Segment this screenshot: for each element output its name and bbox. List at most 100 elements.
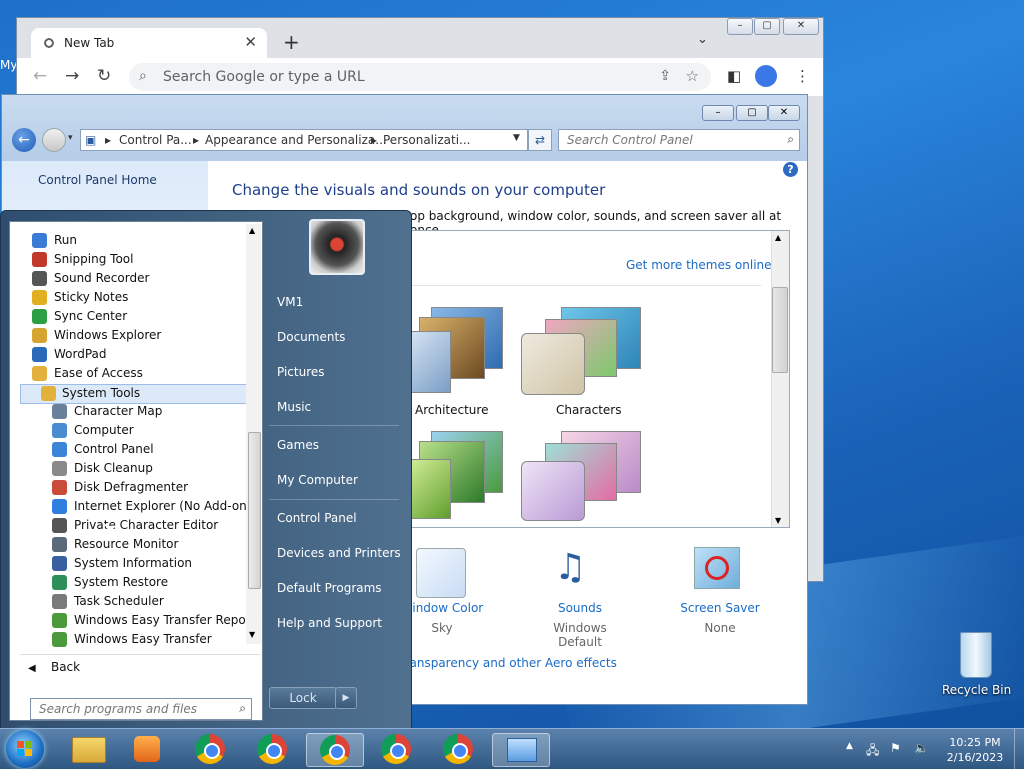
- chrome-menu-icon[interactable]: ⋮: [795, 67, 810, 85]
- side-panel-icon[interactable]: ◧: [727, 67, 741, 85]
- refresh-icon[interactable]: ⇄: [528, 129, 552, 151]
- breadcrumb-control-panel[interactable]: Control Pa...: [119, 133, 192, 147]
- program-item[interactable]: Character Map: [52, 403, 262, 421]
- aero-effects-link[interactable]: Transparency and other Aero effects: [399, 656, 617, 670]
- control-panel-search[interactable]: Search Control Panel ⌕: [558, 129, 800, 151]
- scroll-down-icon[interactable]: ▼: [775, 516, 781, 525]
- network-icon[interactable]: 🖧: [866, 741, 879, 762]
- back-arrow-icon[interactable]: ←: [33, 66, 47, 86]
- user-avatar[interactable]: [309, 219, 365, 275]
- screen-saver-link[interactable]: Screen Saver: [670, 601, 770, 615]
- shutdown-options-arrow-icon[interactable]: ▶: [335, 687, 357, 709]
- cp-minimize-button[interactable]: –: [702, 105, 734, 121]
- cp-back-button[interactable]: ←: [12, 128, 36, 152]
- forward-arrow-icon[interactable]: →: [65, 66, 79, 86]
- program-item[interactable]: Disk Defragmenter: [52, 479, 262, 497]
- share-icon[interactable]: ⇪: [659, 68, 671, 84]
- volume-icon[interactable]: 🔈: [914, 741, 929, 755]
- program-item[interactable]: Internet Explorer (No Add-ons): [52, 498, 262, 516]
- chrome-close-button[interactable]: ✕: [783, 18, 819, 35]
- taskbar-chrome-icon[interactable]: [430, 733, 486, 765]
- theme-list-scrollbar[interactable]: ▲ ▼: [771, 231, 789, 527]
- taskbar-explorer-icon[interactable]: [60, 733, 116, 765]
- start-link-devices-printers[interactable]: Devices and Printers: [277, 546, 401, 560]
- program-item[interactable]: Computer: [52, 422, 262, 440]
- start-link-default-programs[interactable]: Default Programs: [277, 581, 382, 595]
- program-item[interactable]: Sticky Notes: [32, 289, 242, 307]
- start-link-my-computer[interactable]: My Computer: [277, 473, 358, 487]
- program-item[interactable]: Windows Explorer: [32, 327, 242, 345]
- program-item[interactable]: Task Scheduler: [52, 593, 262, 611]
- sounds-link[interactable]: Sounds: [530, 601, 630, 615]
- program-item[interactable]: Control Panel: [52, 441, 262, 459]
- back-button[interactable]: ◀ Back: [28, 660, 80, 674]
- start-orb-icon[interactable]: [6, 730, 44, 768]
- recent-pages-chevron-icon[interactable]: ▾: [68, 133, 73, 143]
- taskbar-control-panel-icon[interactable]: [492, 733, 550, 767]
- start-link-vm1[interactable]: VM1: [277, 295, 303, 309]
- programs-scroll-thumb[interactable]: [248, 432, 261, 589]
- program-item[interactable]: Sync Center: [32, 308, 242, 326]
- cp-close-button[interactable]: ✕: [768, 105, 800, 121]
- program-item[interactable]: Resource Monitor: [52, 536, 262, 554]
- taskbar-media-player-icon[interactable]: [120, 733, 176, 765]
- theme-architecture[interactable]: [405, 307, 503, 393]
- tab-new-tab[interactable]: New Tab ✕: [31, 28, 267, 58]
- bookmark-star-icon[interactable]: ☆: [686, 67, 699, 85]
- start-link-music[interactable]: Music: [277, 400, 311, 414]
- show-desktop-button[interactable]: [1014, 729, 1024, 769]
- control-panel-home-link[interactable]: Control Panel Home: [38, 173, 157, 187]
- start-link-documents[interactable]: Documents: [277, 330, 345, 344]
- system-clock[interactable]: 10:25 PM 2/16/2023: [940, 735, 1010, 765]
- tab-search-chevron-icon[interactable]: ⌄: [697, 32, 708, 47]
- help-icon[interactable]: ?: [783, 162, 798, 177]
- cp-forward-button[interactable]: [42, 128, 66, 152]
- profile-avatar-icon[interactable]: [755, 65, 777, 87]
- new-tab-button[interactable]: +: [283, 30, 300, 54]
- theme-scenes[interactable]: [521, 431, 641, 521]
- show-hidden-icons-arrow-icon[interactable]: ▲: [846, 741, 853, 751]
- get-more-themes-link[interactable]: Get more themes online: [626, 258, 772, 272]
- reload-icon[interactable]: ↻: [97, 66, 111, 86]
- start-link-games[interactable]: Games: [277, 438, 319, 452]
- taskbar-chrome-icon[interactable]: [244, 733, 300, 765]
- theme-list-scroll-thumb[interactable]: [772, 287, 788, 373]
- address-dropdown-icon[interactable]: ▼: [513, 133, 520, 143]
- program-item[interactable]: Windows Easy Transfer Reports: [52, 612, 262, 630]
- breadcrumb-appearance[interactable]: Appearance and Personaliza...: [205, 133, 387, 147]
- program-item[interactable]: Disk Cleanup: [52, 460, 262, 478]
- program-item[interactable]: Run: [32, 232, 242, 250]
- program-item[interactable]: System Restore: [52, 574, 262, 592]
- taskbar-chrome-icon[interactable]: [182, 733, 238, 765]
- action-center-flag-icon[interactable]: ⚑: [890, 741, 901, 755]
- scroll-up-icon[interactable]: ▲: [775, 233, 781, 242]
- sounds-icon[interactable]: ♫: [554, 547, 586, 588]
- program-item[interactable]: Ease of Access: [32, 365, 242, 383]
- chrome-minimize-button[interactable]: –: [727, 18, 753, 35]
- window-color-icon[interactable]: [416, 548, 466, 598]
- theme-nature[interactable]: [405, 431, 503, 519]
- start-link-pictures[interactable]: Pictures: [277, 365, 325, 379]
- screen-saver-icon[interactable]: [694, 547, 740, 589]
- start-link-help-support[interactable]: Help and Support: [277, 616, 382, 630]
- taskbar-chrome-icon[interactable]: [306, 733, 364, 767]
- recycle-bin-icon[interactable]: [954, 630, 998, 680]
- address-bar[interactable]: ▣ ▸ Control Pa... ▸ Appearance and Perso…: [80, 129, 528, 151]
- program-item[interactable]: Sound Recorder: [32, 270, 242, 288]
- program-item[interactable]: WordPad: [32, 346, 242, 364]
- start-link-control-panel[interactable]: Control Panel: [277, 511, 357, 525]
- scroll-up-icon[interactable]: ▲: [249, 226, 255, 235]
- program-item[interactable]: Snipping Tool: [32, 251, 242, 269]
- start-search-input[interactable]: Search programs and files ⌕: [30, 698, 252, 720]
- breadcrumb-personalization[interactable]: Personalizati...: [383, 133, 470, 147]
- program-item[interactable]: System Information: [52, 555, 262, 573]
- omnibox[interactable]: ⌕ Search Google or type a URL ⇪ ☆: [129, 63, 711, 91]
- cp-maximize-button[interactable]: ▢: [736, 105, 768, 121]
- program-item[interactable]: Private Character Editor: [52, 517, 262, 535]
- program-item[interactable]: Windows Easy Transfer: [52, 631, 262, 649]
- theme-characters[interactable]: [521, 307, 641, 395]
- program-item[interactable]: System Tools: [20, 384, 252, 404]
- scroll-down-icon[interactable]: ▼: [249, 630, 255, 639]
- chrome-maximize-button[interactable]: ▢: [754, 18, 780, 35]
- tab-close-icon[interactable]: ✕: [244, 33, 257, 51]
